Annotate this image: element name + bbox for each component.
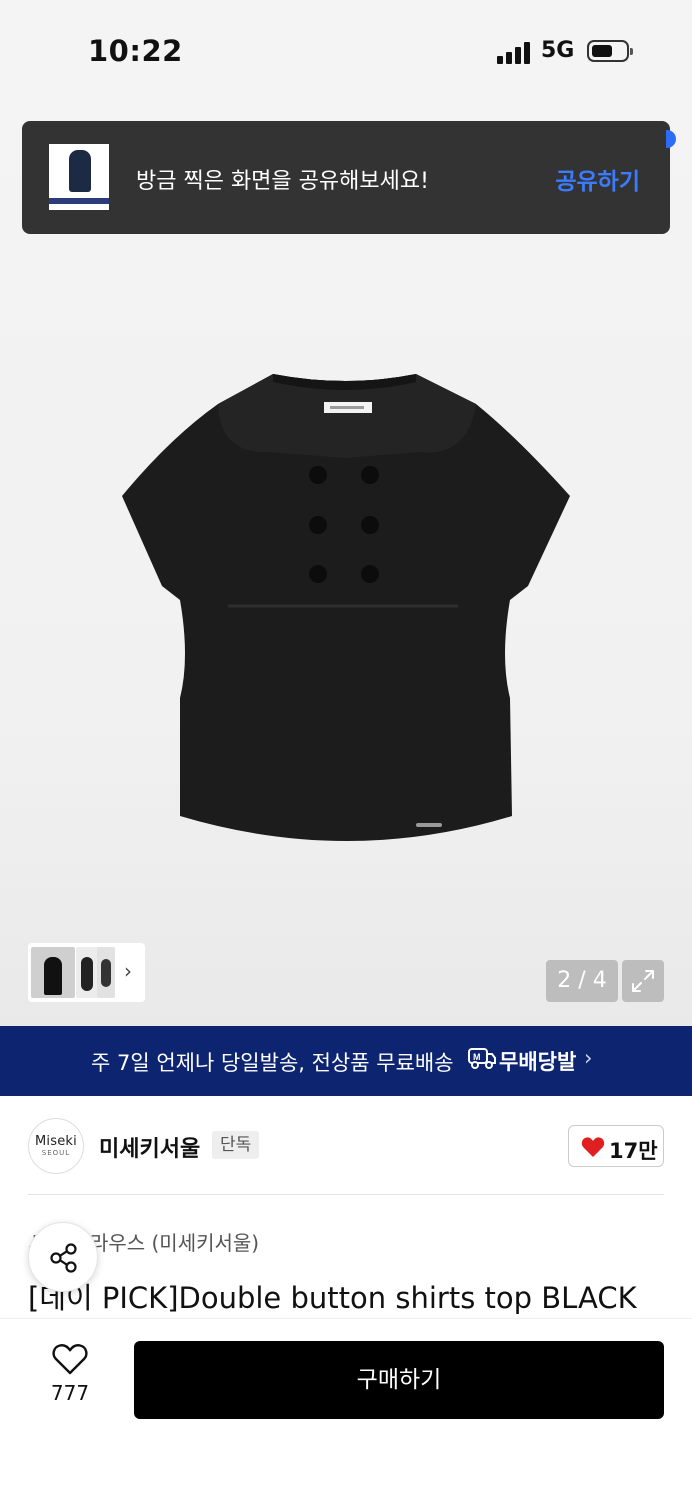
wishlist-count: 777 <box>50 1381 90 1405</box>
brand-logo[interactable]: Miseki SEOUL <box>28 1118 84 1174</box>
expand-icon <box>632 970 654 992</box>
brand-logo-text: Miseki <box>35 1134 77 1149</box>
heart-filled-icon <box>581 1137 605 1157</box>
toast-message: 방금 찍은 화면을 공유해보세요! <box>136 169 429 194</box>
shipping-banner[interactable]: 주 7일 언제나 당일발송, 전상품 무료배송 M 무배당발 › <box>0 1026 692 1096</box>
exclusive-badge: 단독 <box>212 1131 260 1159</box>
status-time: 10:22 <box>88 34 183 68</box>
shipping-brand: 무배당발 <box>499 1050 577 1074</box>
signal-icon <box>497 40 533 64</box>
status-bar: 10:22 5G <box>0 0 692 100</box>
heart-outline-icon <box>52 1344 88 1375</box>
battery-icon <box>587 40 633 62</box>
shipping-banner-text: 주 7일 언제나 당일발송, 전상품 무료배송 <box>91 1051 454 1075</box>
product-page: › 2 / 4 10:22 5G 방금 찍은 화면을 공유해보세요! 공유하기 … <box>0 0 692 1500</box>
product-title: [데이 PICK]Double button shirts top BLACK <box>28 1281 637 1315</box>
screenshot-thumbnail[interactable] <box>49 144 109 210</box>
svg-text:M: M <box>473 1052 481 1062</box>
screenshot-share-toast: 방금 찍은 화면을 공유해보세요! 공유하기 <box>22 121 670 234</box>
share-button[interactable] <box>28 1222 98 1292</box>
chevron-right-icon: › <box>584 1046 593 1070</box>
brand-like-button[interactable]: 17만 <box>568 1125 664 1167</box>
expand-button[interactable] <box>622 960 664 1002</box>
divider <box>28 1194 664 1195</box>
brand-like-count: 17만 <box>609 1139 658 1163</box>
image-counter: 2 / 4 <box>546 960 618 1002</box>
brand-logo-sub: SEOUL <box>41 1149 71 1157</box>
garment-image <box>122 374 570 841</box>
thumbnail-2[interactable] <box>76 947 98 998</box>
buy-button[interactable]: 구매하기 <box>134 1341 664 1419</box>
share-icon <box>50 1243 77 1273</box>
network-label: 5G <box>541 38 575 63</box>
wishlist-button[interactable]: 777 <box>30 1343 110 1413</box>
thumbnail-1[interactable] <box>31 947 75 998</box>
brand-name[interactable]: 미세키서울 <box>99 1131 200 1163</box>
truck-icon: M <box>468 1048 496 1069</box>
share-now-button[interactable]: 공유하기 <box>555 162 640 196</box>
thumbnail-strip[interactable]: › <box>28 943 145 1002</box>
thumbnail-3[interactable] <box>97 947 115 998</box>
chevron-right-icon[interactable]: › <box>124 959 132 983</box>
